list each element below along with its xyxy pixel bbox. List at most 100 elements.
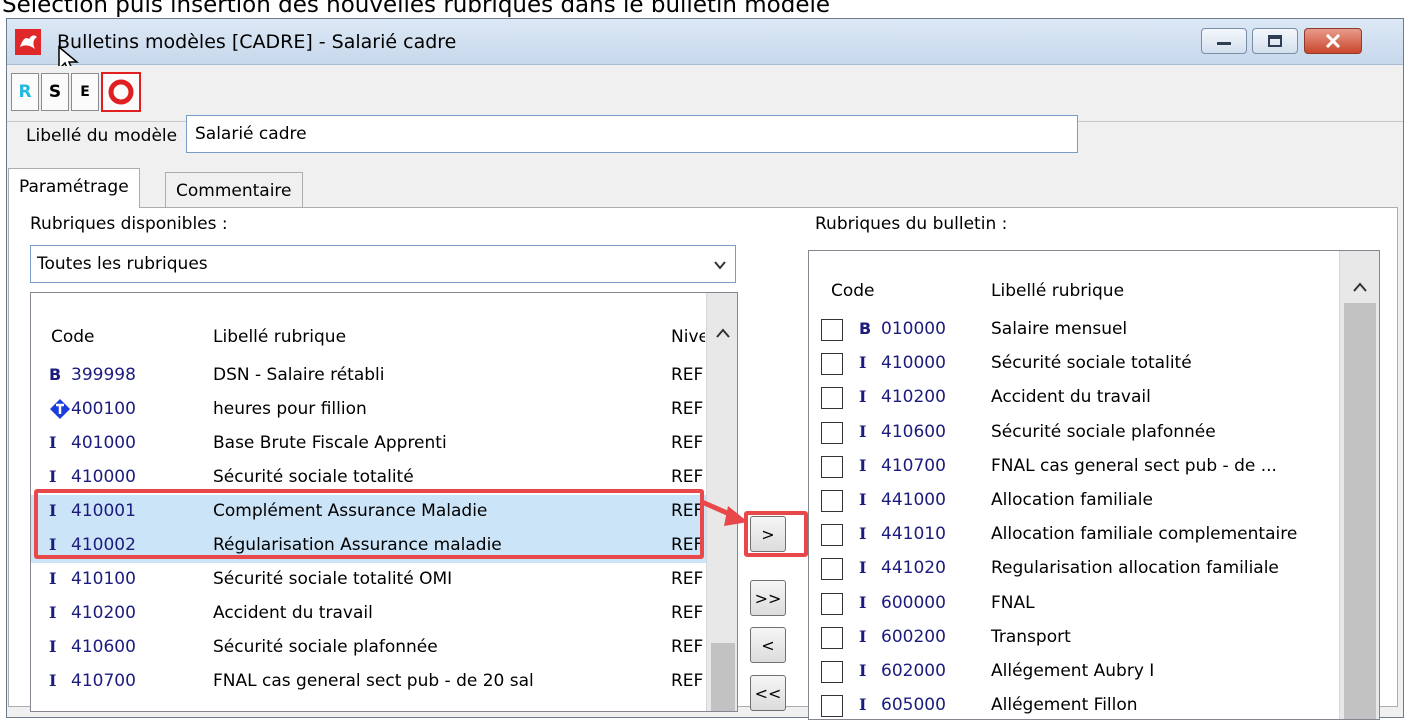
table-row[interactable]: I 410001 Complément Assurance Maladie REF: [31, 495, 737, 529]
row-checkbox[interactable]: [821, 558, 843, 581]
i-beam-icon: I: [49, 637, 57, 656]
row-libelle: Transport: [991, 626, 1071, 647]
row-code: 410600: [881, 421, 946, 442]
row-checkbox[interactable]: [821, 524, 843, 547]
modele-input[interactable]: Salarié cadre: [186, 115, 1078, 153]
maximize-button[interactable]: [1252, 28, 1298, 54]
title-bar: Bulletins modèles [CADRE] - Salarié cadr…: [7, 19, 1403, 75]
col-header-code[interactable]: Code: [51, 327, 95, 347]
toolbar-record-button[interactable]: [101, 72, 141, 112]
table-row[interactable]: B 010000 Salaire mensuel: [809, 313, 1379, 347]
modele-label: Libellé du modèle: [26, 126, 178, 146]
minimize-icon: [1217, 42, 1231, 45]
add-selected-button[interactable]: >: [750, 516, 786, 552]
page-caption: Sélection puis insertion des nouvelles r…: [2, 0, 831, 18]
row-code: 410002: [71, 535, 136, 555]
table-row[interactable]: I 441010 Allocation familiale complementai…: [809, 518, 1379, 552]
left-scroll-thumb[interactable]: [711, 643, 735, 711]
row-niveau: REF: [671, 569, 704, 589]
table-row[interactable]: I 410100 Sécurité sociale totalité OMI REF: [31, 563, 737, 597]
row-niveau: REF: [671, 467, 704, 487]
table-row[interactable]: I 410000 Sécurité sociale totalité REF: [31, 461, 737, 495]
available-rubriques-list[interactable]: Code Libellé rubrique Niveau B 399998 DSN …: [30, 292, 738, 712]
i-beam-icon: I: [49, 433, 57, 452]
row-checkbox[interactable]: [821, 695, 843, 718]
row-checkbox[interactable]: [821, 592, 843, 615]
col-header-libelle[interactable]: Libellé rubrique: [213, 327, 346, 347]
table-row[interactable]: I 410000 Sécurité sociale totalité: [809, 347, 1379, 381]
row-libelle: Régularisation Assurance maladie: [213, 535, 502, 555]
restore-icon: [1268, 35, 1282, 47]
i-beam-icon: I: [859, 455, 867, 475]
row-code: 401000: [71, 433, 136, 453]
row-libelle: Sécurité sociale totalité: [991, 353, 1192, 374]
remove-selected-button[interactable]: <: [750, 627, 786, 663]
table-row[interactable]: I 410700 FNAL cas general sect pub - de ..…: [809, 450, 1379, 484]
right-scroll-thumb[interactable]: [1344, 303, 1376, 719]
table-row[interactable]: I 410002 Régularisation Assurance maladie R…: [31, 529, 737, 563]
col-header-niveau[interactable]: Niveau: [671, 327, 705, 347]
row-code: 441010: [881, 524, 946, 545]
minimize-button[interactable]: [1201, 28, 1247, 54]
remove-all-button[interactable]: <<: [750, 675, 786, 711]
row-niveau: REF: [671, 603, 704, 623]
tab-parametrage[interactable]: Paramétrage: [8, 168, 140, 208]
table-row[interactable]: I 602000 Allégement Aubry I: [809, 655, 1379, 689]
i-beam-icon: I: [49, 603, 57, 622]
row-checkbox[interactable]: [821, 421, 843, 444]
row-code: 441000: [881, 490, 946, 510]
table-row[interactable]: I 605000 Allégement Fillon: [809, 689, 1379, 719]
col-header-code[interactable]: Code: [831, 281, 875, 301]
tab-commentaire[interactable]: Commentaire: [165, 172, 303, 210]
table-row[interactable]: I 410700 FNAL cas general sect pub - de 20…: [31, 665, 737, 699]
table-row[interactable]: I 600000 FNAL: [809, 587, 1379, 621]
table-row[interactable]: I 600200 Transport: [809, 621, 1379, 655]
row-checkbox[interactable]: [821, 455, 843, 478]
table-row[interactable]: I 441000 Allocation familiale: [809, 484, 1379, 518]
row-checkbox[interactable]: [821, 626, 843, 649]
toolbar-r-button[interactable]: R: [11, 73, 39, 111]
row-code: 410700: [881, 455, 946, 476]
add-all-button[interactable]: >>: [750, 580, 786, 616]
table-row[interactable]: I 410200 Accident du travail: [809, 381, 1379, 415]
table-row[interactable]: I 410600 Sécurité sociale plafonnée: [809, 416, 1379, 450]
right-list-scrollbar[interactable]: [1339, 251, 1379, 719]
bulletin-rubriques-list[interactable]: Code Libellé rubrique B 010000 Salaire men…: [808, 250, 1380, 720]
row-checkbox[interactable]: [821, 319, 843, 341]
row-checkbox[interactable]: [821, 353, 843, 376]
table-row[interactable]: I 410200 Accident du travail REF: [31, 597, 737, 631]
row-checkbox[interactable]: [821, 490, 843, 512]
row-libelle: FNAL: [991, 592, 1035, 613]
table-row[interactable]: I 410600 Sécurité sociale plafonnée REF: [31, 631, 737, 665]
row-niveau: REF: [671, 637, 704, 657]
table-row[interactable]: 400100 heures pour fillion REF: [31, 393, 737, 427]
row-libelle: Sécurité sociale totalité: [213, 467, 414, 487]
row-code: 399998: [71, 365, 136, 385]
row-niveau: REF: [671, 501, 704, 521]
row-libelle: Base Brute Fiscale Apprenti: [213, 433, 447, 453]
row-code: 441020: [881, 558, 946, 579]
table-row[interactable]: B 399998 DSN - Salaire rétabli REF: [31, 359, 737, 393]
table-row[interactable]: I 441020 Regularisation allocation familia…: [809, 552, 1379, 586]
close-button[interactable]: [1304, 28, 1362, 54]
app-logo-icon: [15, 29, 41, 55]
row-code: 410000: [71, 467, 136, 487]
row-checkbox[interactable]: [821, 387, 843, 410]
row-libelle: Sécurité sociale totalité OMI: [213, 569, 453, 589]
diamond-t-icon: [49, 398, 71, 420]
scroll-up-icon[interactable]: [1352, 281, 1368, 293]
row-niveau: REF: [671, 433, 704, 453]
toolbar-e-button[interactable]: E: [71, 73, 99, 111]
table-row[interactable]: I 401000 Base Brute Fiscale Apprenti REF: [31, 427, 737, 461]
row-niveau: REF: [671, 399, 704, 419]
col-header-libelle[interactable]: Libellé rubrique: [991, 281, 1124, 301]
row-checkbox[interactable]: [821, 661, 843, 683]
scroll-up-icon[interactable]: [715, 327, 731, 339]
row-niveau: REF: [671, 365, 704, 385]
i-beam-icon: I: [859, 421, 867, 441]
rubriques-filter-select[interactable]: Toutes les rubriques: [30, 245, 736, 283]
row-niveau: REF: [671, 535, 704, 555]
row-libelle: Salaire mensuel: [991, 319, 1128, 339]
row-code: 605000: [881, 695, 946, 716]
toolbar-s-button[interactable]: S: [41, 73, 69, 111]
